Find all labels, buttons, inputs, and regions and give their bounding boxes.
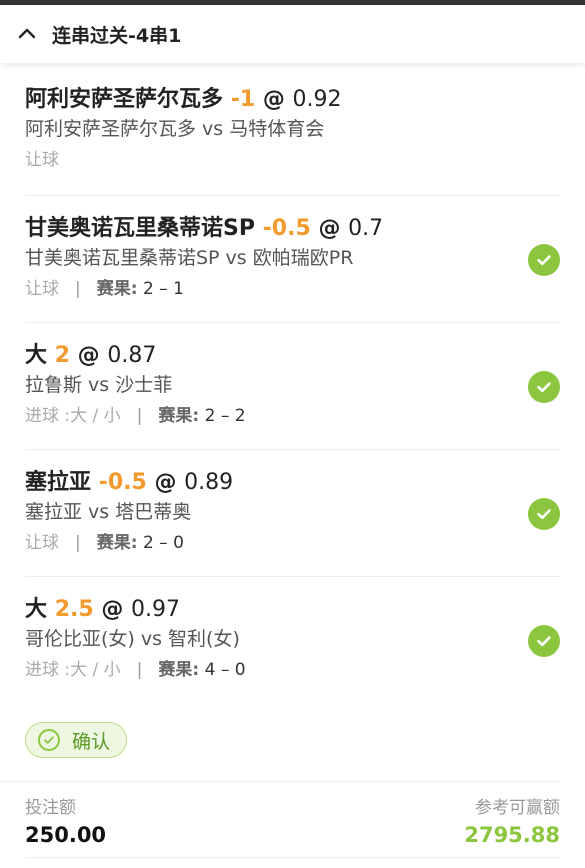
check-circle-icon	[528, 371, 560, 403]
bet-item: 阿利安萨圣萨尔瓦多 -1 @ 0.92 阿利安萨圣萨尔瓦多 vs 马特体育会 让…	[25, 63, 560, 196]
stake-block: 投注额 250.00	[25, 796, 106, 850]
result-label: 赛果:	[158, 660, 200, 680]
result-score: 4 – 0	[204, 660, 246, 680]
result-score: 2 – 1	[142, 279, 184, 299]
page-title: 连串过关-4串1	[52, 24, 182, 47]
bet-selection: 大	[25, 597, 48, 622]
result-label: 赛果:	[158, 406, 200, 426]
bet-market: 进球 :大 / 小	[25, 660, 121, 680]
bet-odds: 0.97	[131, 597, 180, 622]
divider	[25, 857, 560, 858]
bet-handicap: -0.5	[98, 470, 147, 495]
parlay-header[interactable]: 连串过关-4串1	[0, 5, 585, 63]
divider: |	[136, 660, 143, 680]
bet-match: 拉鲁斯 vs 沙士菲	[25, 374, 173, 396]
result-score: 2 – 2	[204, 406, 246, 426]
bet-list: 阿利安萨圣萨尔瓦多 -1 @ 0.92 阿利安萨圣萨尔瓦多 vs 马特体育会 让…	[0, 63, 585, 704]
chevron-up-icon[interactable]	[16, 23, 38, 45]
check-circle-icon	[528, 498, 560, 530]
bet-market: 让球	[25, 150, 59, 170]
bet-item: 塞拉亚 -0.5 @ 0.89 塞拉亚 vs 塔巴蒂奥 让球 | 赛果: 2 – 0	[25, 450, 560, 577]
bet-selection: 大	[25, 343, 48, 368]
confirm-row: 确认	[0, 704, 560, 782]
bet-selection-line: 大 2 @ 0.87	[25, 341, 560, 371]
bet-market-line: 进球 :大 / 小 | 赛果: 2 – 2	[25, 401, 560, 431]
bet-selection-line: 大 2.5 @ 0.97	[25, 595, 560, 625]
bet-item: 甘美奥诺瓦里桑蒂诺SP -0.5 @ 0.7 甘美奥诺瓦里桑蒂诺SP vs 欧帕…	[25, 196, 560, 323]
bet-handicap: 2.5	[54, 597, 94, 622]
divider: |	[75, 533, 81, 553]
check-circle-icon	[528, 244, 560, 276]
bet-selection: 塞拉亚	[25, 470, 92, 495]
divider: |	[75, 279, 81, 299]
check-circle-icon	[528, 625, 560, 657]
bet-market-line: 让球 | 赛果: 2 – 1	[25, 274, 560, 304]
win-label: 参考可赢额	[475, 798, 560, 818]
result-score: 2 – 0	[142, 533, 184, 553]
bet-selection-line: 甘美奥诺瓦里桑蒂诺SP -0.5 @ 0.7	[25, 214, 560, 244]
bet-selection-line: 阿利安萨圣萨尔瓦多 -1 @ 0.92	[25, 85, 560, 115]
bet-odds: 0.92	[292, 87, 342, 112]
bet-selection: 甘美奥诺瓦里桑蒂诺SP	[25, 216, 255, 241]
confirm-button[interactable]: 确认	[25, 722, 128, 758]
bet-odds: 0.89	[184, 470, 234, 495]
result-label: 赛果:	[96, 279, 138, 299]
bet-item: 大 2.5 @ 0.97 哥伦比亚(女) vs 智利(女) 进球 :大 / 小 |…	[25, 577, 560, 704]
bet-market: 让球	[25, 279, 59, 299]
bet-market: 进球 :大 / 小	[25, 406, 121, 426]
win-block: 参考可赢额 2795.88	[464, 796, 560, 850]
bet-market: 让球	[25, 533, 59, 553]
bet-market-line: 进球 :大 / 小 | 赛果: 4 – 0	[25, 655, 560, 685]
confirm-label: 确认	[72, 730, 111, 753]
bet-market-line: 让球 | 赛果: 2 – 0	[25, 528, 560, 558]
bet-selection: 阿利安萨圣萨尔瓦多	[25, 87, 224, 112]
stake-label: 投注额	[25, 798, 76, 818]
result-label: 赛果:	[96, 533, 138, 553]
win-amount: 2795.88	[464, 823, 560, 847]
bet-selection-line: 塞拉亚 -0.5 @ 0.89	[25, 468, 560, 498]
bet-match: 阿利安萨圣萨尔瓦多 vs 马特体育会	[25, 118, 325, 140]
bet-match: 哥伦比亚(女) vs 智利(女)	[25, 628, 240, 650]
bet-at: @	[154, 470, 177, 495]
bet-handicap: -0.5	[262, 216, 311, 241]
bet-handicap: 2	[54, 343, 70, 368]
divider: |	[136, 406, 143, 426]
bet-at: @	[318, 216, 341, 241]
bet-slip-card: 阿利安萨圣萨尔瓦多 -1 @ 0.92 阿利安萨圣萨尔瓦多 vs 马特体育会 让…	[0, 63, 585, 868]
bet-at: @	[101, 597, 124, 622]
bet-odds: 0.7	[348, 216, 384, 241]
bet-item: 大 2 @ 0.87 拉鲁斯 vs 沙士菲 进球 :大 / 小 | 赛果: 2 – …	[25, 323, 560, 450]
bet-summary: 投注额 250.00 参考可赢额 2795.88	[0, 782, 585, 850]
stake-amount: 250.00	[25, 823, 107, 847]
bet-handicap: -1	[230, 87, 256, 112]
bet-at: @	[77, 343, 100, 368]
bet-at: @	[262, 87, 285, 112]
bet-match: 甘美奥诺瓦里桑蒂诺SP vs 欧帕瑞欧PR	[25, 247, 354, 269]
bet-odds: 0.87	[107, 343, 157, 368]
bet-match: 塞拉亚 vs 塔巴蒂奥	[25, 501, 192, 523]
bet-market-line: 让球	[25, 145, 560, 175]
check-circle-outline-icon	[38, 729, 60, 751]
